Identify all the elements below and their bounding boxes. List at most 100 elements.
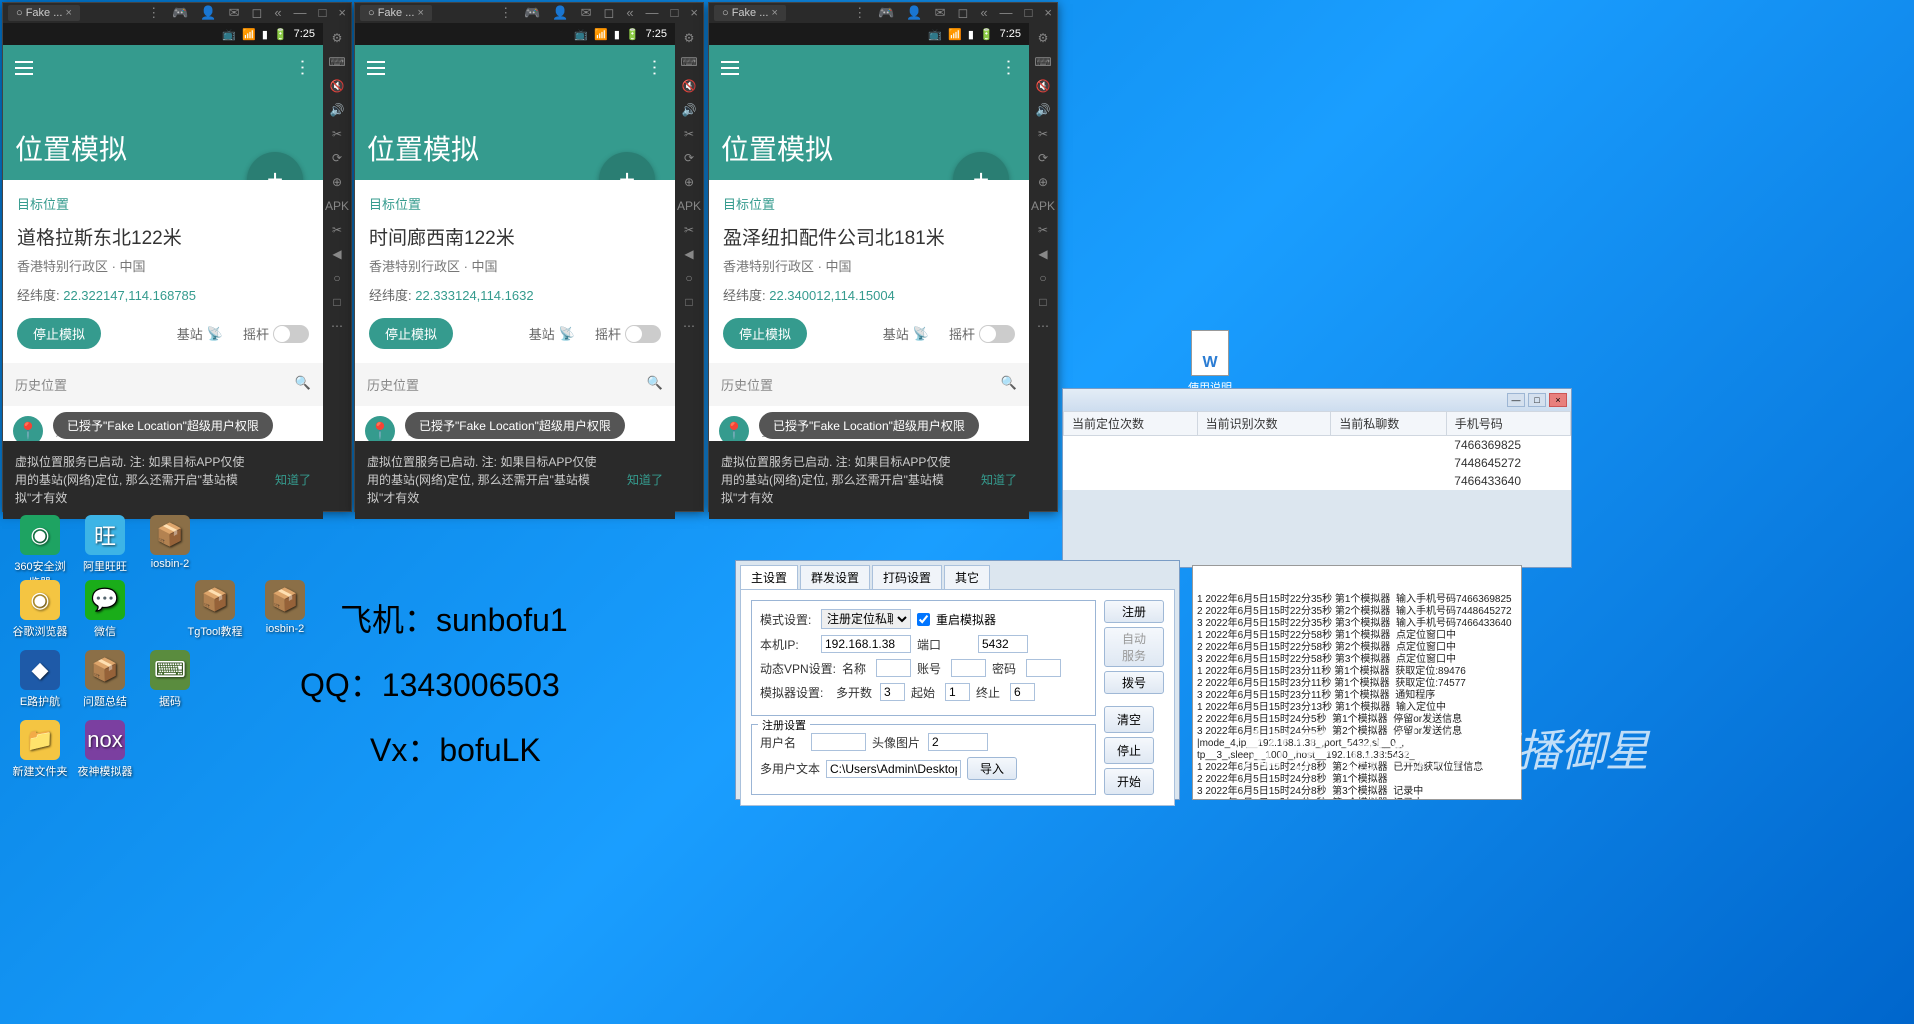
emu-titlebar[interactable]: ○ Fake ... × ⋮ 🎮 👤 ✉ ◻ « — □ × bbox=[3, 3, 351, 23]
sidebar-tool-icon[interactable]: ⊕ bbox=[332, 175, 342, 189]
close-icon[interactable]: × bbox=[338, 5, 346, 21]
search-icon[interactable]: 🔍 bbox=[1001, 375, 1017, 394]
more-icon[interactable]: ⋯ bbox=[644, 59, 665, 77]
sidebar-tool-icon[interactable]: 🔇 bbox=[682, 79, 697, 93]
toast-ok-button[interactable]: 知道了 bbox=[981, 471, 1017, 489]
sidebar-tool-icon[interactable]: ◀ bbox=[684, 247, 693, 261]
sidebar-tool-icon[interactable]: ◀ bbox=[332, 247, 341, 261]
sidebar-tool-icon[interactable]: ⊕ bbox=[684, 175, 694, 189]
sidebar-tool-icon[interactable]: □ bbox=[1039, 295, 1046, 309]
thread-input[interactable] bbox=[880, 683, 905, 701]
table-row[interactable]: 7466433640 bbox=[1064, 472, 1571, 490]
restart-checkbox[interactable] bbox=[917, 613, 930, 626]
desktop-icon[interactable]: 📦iosbin-2 bbox=[140, 515, 200, 570]
sidebar-tool-icon[interactable]: ○ bbox=[333, 271, 340, 285]
desktop-icon[interactable]: ⌨据码 bbox=[140, 650, 200, 709]
sidebar-tool-icon[interactable]: 🔊 bbox=[1036, 103, 1051, 117]
sidebar-tool-icon[interactable]: □ bbox=[685, 295, 692, 309]
table-row[interactable]: 7448645272 bbox=[1064, 454, 1571, 472]
toast-ok-button[interactable]: 知道了 bbox=[627, 471, 663, 489]
chevrons-icon[interactable]: « bbox=[274, 5, 281, 21]
acct-input[interactable] bbox=[951, 659, 986, 677]
sidebar-tool-icon[interactable]: ⚙ bbox=[332, 31, 343, 45]
square-icon[interactable]: ◻ bbox=[958, 5, 969, 21]
stop-sim-button[interactable]: 停止模拟 bbox=[369, 318, 453, 349]
vert-dots-icon[interactable]: ⋮ bbox=[147, 5, 160, 21]
pwd-input[interactable] bbox=[1026, 659, 1061, 677]
sidebar-tool-icon[interactable]: ⟳ bbox=[684, 151, 694, 165]
emu-tab[interactable]: ○ Fake ... × bbox=[714, 5, 786, 21]
desktop-icon[interactable]: 📦iosbin-2 bbox=[255, 580, 315, 635]
sidebar-tool-icon[interactable]: ⚙ bbox=[684, 31, 695, 45]
tab-main[interactable]: 主设置 bbox=[740, 565, 798, 589]
maximize-icon[interactable]: □ bbox=[319, 5, 327, 21]
sidebar-tool-icon[interactable]: □ bbox=[333, 295, 340, 309]
table-row[interactable]: 7466369825 bbox=[1064, 436, 1571, 455]
sidebar-tool-icon[interactable]: ⊕ bbox=[1038, 175, 1048, 189]
emu-titlebar[interactable]: ○ Fake ... × ⋮ 🎮 👤 ✉ ◻ « — □ × bbox=[709, 3, 1057, 23]
mode-select[interactable]: 注册定位私聊 bbox=[821, 609, 911, 629]
sidebar-tool-icon[interactable]: 🔇 bbox=[1036, 79, 1051, 93]
sidebar-tool-icon[interactable]: APK bbox=[325, 199, 349, 213]
desktop-icon[interactable]: 📦问题总结 bbox=[75, 650, 135, 709]
minimize-icon[interactable]: — bbox=[1000, 5, 1013, 21]
close-button[interactable]: × bbox=[1549, 393, 1567, 407]
log-window[interactable]: 1 2022年6月5日15时22分35秒 第1个模拟器 输入手机号码746636… bbox=[1192, 565, 1522, 800]
user-icon[interactable]: 👤 bbox=[552, 5, 568, 21]
history-item[interactable]: 📍 时间廊西南122米 已授予"Fake Location"超级用户权限 bbox=[355, 406, 675, 441]
base-station-toggle[interactable]: 基站 📡 bbox=[529, 324, 575, 343]
ip-input[interactable] bbox=[821, 635, 911, 653]
stop-sim-button[interactable]: 停止模拟 bbox=[723, 318, 807, 349]
desktop-icon[interactable]: 📦TgTool教程 bbox=[185, 580, 245, 639]
desktop-icon[interactable]: nox夜神模拟器 bbox=[75, 720, 135, 779]
user-input[interactable] bbox=[811, 733, 866, 751]
chevrons-icon[interactable]: « bbox=[980, 5, 987, 21]
desktop-icon[interactable]: ◉360安全浏览器 bbox=[10, 515, 70, 590]
emu-tab[interactable]: ○ Fake ... × bbox=[360, 5, 432, 21]
tab-captcha[interactable]: 打码设置 bbox=[872, 565, 942, 589]
sidebar-tool-icon[interactable]: ○ bbox=[1039, 271, 1046, 285]
sidebar-tool-icon[interactable]: ○ bbox=[685, 271, 692, 285]
mail-icon[interactable]: ✉ bbox=[935, 5, 946, 21]
sidebar-tool-icon[interactable]: ⟳ bbox=[1038, 151, 1048, 165]
dial-button[interactable]: 拨号 bbox=[1104, 671, 1164, 694]
sidebar-tool-icon[interactable]: 🔊 bbox=[682, 103, 697, 117]
mail-icon[interactable]: ✉ bbox=[229, 5, 240, 21]
vert-dots-icon[interactable]: ⋮ bbox=[499, 5, 512, 21]
sidebar-tool-icon[interactable]: ✂ bbox=[1038, 127, 1048, 141]
mail-icon[interactable]: ✉ bbox=[581, 5, 592, 21]
vert-dots-icon[interactable]: ⋮ bbox=[853, 5, 866, 21]
sidebar-tool-icon[interactable]: ⟳ bbox=[332, 151, 342, 165]
joystick-toggle[interactable]: 摇杆 bbox=[949, 324, 1015, 343]
joystick-toggle[interactable]: 摇杆 bbox=[595, 324, 661, 343]
sidebar-tool-icon[interactable]: ⋯ bbox=[1037, 319, 1049, 333]
close-icon[interactable]: × bbox=[690, 5, 698, 21]
desktop-icon[interactable]: 📁新建文件夹 bbox=[10, 720, 70, 779]
gamepad-icon[interactable]: 🎮 bbox=[878, 5, 894, 21]
doc-file-icon[interactable]: 使用说明 bbox=[1185, 330, 1235, 395]
register-button[interactable]: 注册 bbox=[1104, 600, 1164, 623]
sidebar-tool-icon[interactable]: APK bbox=[677, 199, 701, 213]
desktop-icon[interactable]: ◆E路护航 bbox=[10, 650, 70, 709]
tab-other[interactable]: 其它 bbox=[944, 565, 990, 589]
sidebar-tool-icon[interactable]: ⌨ bbox=[328, 55, 345, 69]
chevrons-icon[interactable]: « bbox=[626, 5, 633, 21]
path-input[interactable] bbox=[826, 760, 961, 778]
import-button[interactable]: 导入 bbox=[967, 757, 1017, 780]
hamburger-icon[interactable] bbox=[15, 61, 33, 75]
more-icon[interactable]: ⋯ bbox=[292, 59, 313, 77]
stop-button[interactable]: 停止 bbox=[1104, 737, 1154, 764]
hamburger-icon[interactable] bbox=[721, 61, 739, 75]
sidebar-tool-icon[interactable]: ✂ bbox=[684, 127, 694, 141]
maximize-icon[interactable]: □ bbox=[1025, 5, 1033, 21]
emu-titlebar[interactable]: ○ Fake ... × ⋮ 🎮 👤 ✉ ◻ « — □ × bbox=[355, 3, 703, 23]
sidebar-tool-icon[interactable]: ✂ bbox=[684, 223, 694, 237]
tab-broadcast[interactable]: 群发设置 bbox=[800, 565, 870, 589]
sidebar-tool-icon[interactable]: ⌨ bbox=[1034, 55, 1051, 69]
gamepad-icon[interactable]: 🎮 bbox=[524, 5, 540, 21]
port-input[interactable] bbox=[978, 635, 1028, 653]
user-icon[interactable]: 👤 bbox=[200, 5, 216, 21]
base-station-toggle[interactable]: 基站 📡 bbox=[883, 324, 929, 343]
square-icon[interactable]: ◻ bbox=[252, 5, 263, 21]
minimize-icon[interactable]: — bbox=[294, 5, 307, 21]
